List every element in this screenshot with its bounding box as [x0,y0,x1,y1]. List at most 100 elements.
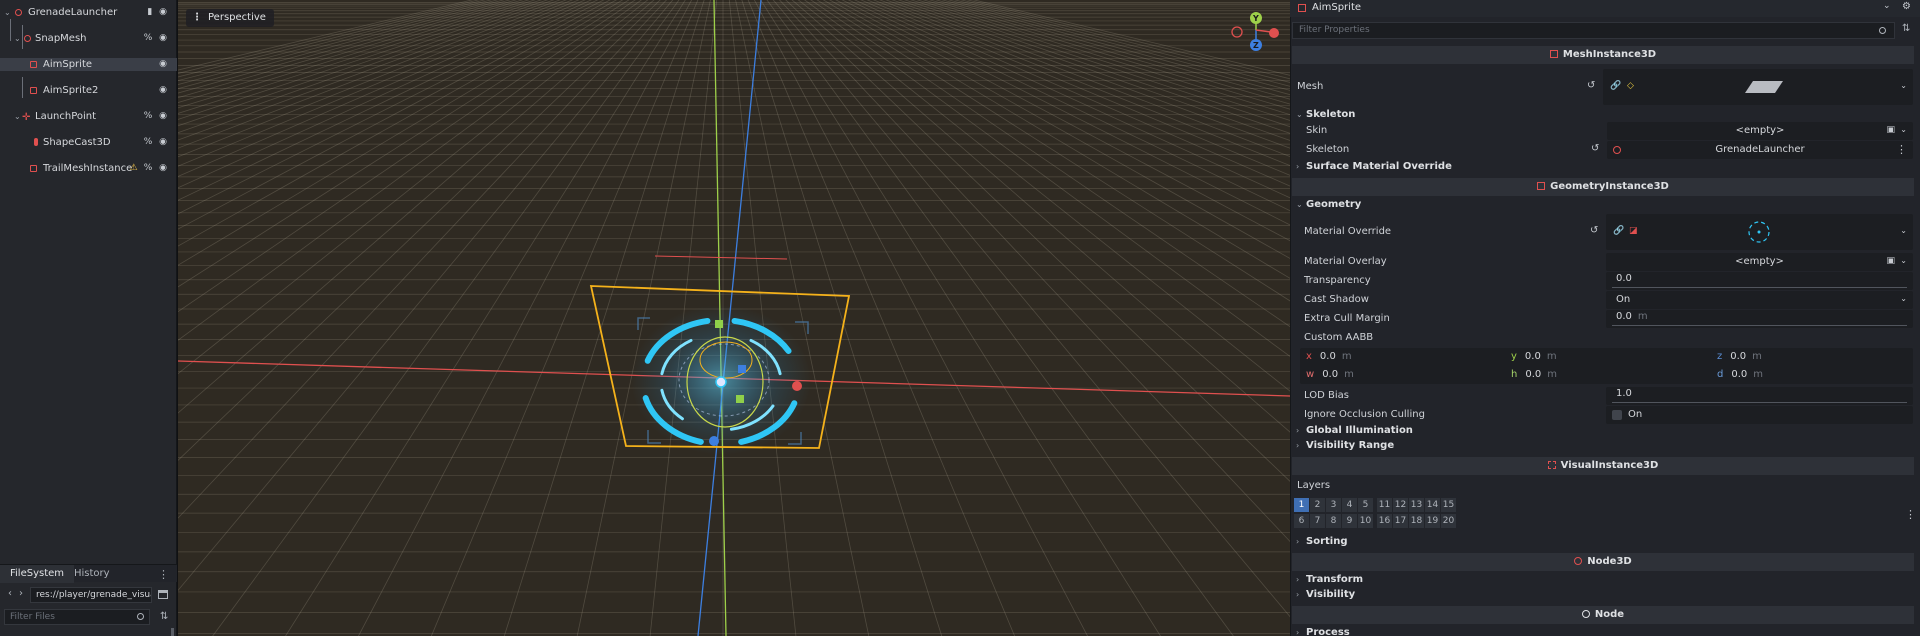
filter-properties-field[interactable]: Filter Properties [1292,22,1895,39]
layer-toggle-11[interactable]: 11 [1377,498,1392,512]
orientation-gizmo-neg-x[interactable] [1231,26,1243,38]
tree-item-status-icons[interactable]: ⚠% ◉ [130,162,169,175]
gizmo-handle-x[interactable] [792,381,802,391]
filesystem-scrollbar[interactable] [171,628,174,636]
perspective-menu-button[interactable]: ⋮ Perspective [186,9,274,27]
chevron-down-icon[interactable]: ⌄ [1900,256,1907,265]
back-arrow-icon[interactable]: ‹ [8,588,12,599]
tree-item-snapmesh[interactable]: ⌄ SnapMesh % ◉ [0,32,177,45]
tree-item-aimsprite2[interactable]: AimSprite2 ◉ [0,84,177,97]
tab-history[interactable]: History [64,565,120,583]
chevron-down-icon: ⌄ [1900,294,1907,303]
material-overlay-picker[interactable]: <empty> ▣ ⌄ [1606,253,1913,271]
3d-viewport[interactable]: YZ ⋮ Perspective [177,0,1290,636]
layer-toggle-14[interactable]: 14 [1425,498,1440,512]
layer-toggle-4[interactable]: 4 [1342,498,1357,512]
extra-cull-margin-slider[interactable]: 0.0 m [1606,310,1913,328]
material-override-picker[interactable]: 🔗 ◪ ⌄ [1606,214,1913,250]
layer-toggle-6[interactable]: 6 [1294,514,1309,528]
kebab-menu-icon[interactable]: ⋮ [1896,143,1907,156]
gizmo-handle-y[interactable] [715,320,723,328]
tree-item-aimsprite[interactable]: AimSprite ◉ [0,58,177,71]
layer-toggle-8[interactable]: 8 [1326,514,1341,528]
revert-icon[interactable]: ↺ [1591,143,1599,154]
grid-line [847,0,1290,212]
layer-toggle-17[interactable]: 17 [1393,514,1408,528]
tree-item-status-icons[interactable]: % ◉ [144,110,169,123]
layer-toggle-13[interactable]: 13 [1409,498,1424,512]
layer-toggle-10[interactable]: 10 [1358,514,1373,528]
forward-arrow-icon[interactable]: › [19,588,23,599]
layer-toggle-5[interactable]: 5 [1358,498,1373,512]
tree-item-grenadelauncher[interactable]: ⌄ GrenadeLauncher ▮ ◉ [0,6,177,19]
property-options-icon[interactable]: ⇅ [1902,23,1910,34]
orientation-gizmo-x[interactable] [1269,28,1279,38]
visibility-eye-icon[interactable]: ◉ [159,84,169,97]
checkbox-box[interactable] [1612,410,1622,420]
tree-item-status-icons[interactable]: % ◉ [144,32,169,45]
collapse-arrow-icon[interactable]: ⌄ [14,110,22,123]
aabb-h-field[interactable]: h 0.0 m [1511,366,1557,384]
collapse-arrow-icon[interactable]: ⌄ [14,32,22,45]
viewport-scene[interactable]: YZ [178,0,1290,636]
transparency-slider[interactable]: 0.0 [1606,272,1913,290]
layer-toggle-15[interactable]: 15 [1441,498,1456,512]
link-icon[interactable]: 🔗 [1613,226,1624,236]
collapse-arrow-icon[interactable]: ⌄ [4,6,12,19]
grid-line [922,0,1290,110]
tab-filesystem[interactable]: FileSystem [0,565,75,583]
tree-item-status-icons[interactable]: ▮ ◉ [147,6,169,19]
mesh-resource-picker[interactable]: 🔗 ◇ ⌄ [1603,69,1913,105]
ignore-occlusion-checkbox[interactable]: On [1606,406,1913,424]
gizmo-handle-z[interactable] [738,365,746,373]
layer-toggle-1[interactable]: 1 [1294,498,1309,512]
tree-item-trailmeshinstance[interactable]: TrailMeshInstance ⚠% ◉ [0,162,177,175]
cast-shadow-dropdown[interactable]: On ⌄ [1606,291,1913,309]
grid-line [872,0,1290,166]
revert-icon[interactable]: ↺ [1590,225,1598,236]
split-layout-icon[interactable] [158,590,168,599]
layer-toggle-2[interactable]: 2 [1310,498,1325,512]
tree-item-shapecast3d[interactable]: ShapeCast3D % ◉ [0,136,177,149]
aabb-x-field[interactable]: x 0.0 m [1306,348,1352,366]
layer-toggle-7[interactable]: 7 [1310,514,1325,528]
gizmo-handle-z-end[interactable] [709,436,719,446]
link-icon[interactable]: 🔗 [1610,81,1621,91]
load-resource-icon[interactable]: ▣ [1886,256,1895,266]
skin-resource-picker[interactable]: <empty> ▣ ⌄ [1607,122,1913,140]
chevron-down-icon[interactable]: ⌄ [1883,1,1891,11]
load-resource-icon[interactable]: ▣ [1886,125,1895,135]
aabb-w-field[interactable]: w 0.0 m [1306,366,1354,384]
gizmo-center[interactable] [715,376,727,388]
aabb-d-field[interactable]: d 0.0 m [1717,366,1763,384]
aabb-z-field[interactable]: z 0.0 m [1717,348,1762,366]
layer-toggle-16[interactable]: 16 [1377,514,1392,528]
layer-toggle-18[interactable]: 18 [1409,514,1424,528]
revert-icon[interactable]: ↺ [1587,80,1595,91]
layer-toggle-9[interactable]: 9 [1342,514,1357,528]
layer-toggle-19[interactable]: 19 [1425,514,1440,528]
object-selector[interactable]: AimSprite ⌄ ⚙ [1290,0,1920,17]
kebab-menu-icon[interactable]: ⋮ [158,568,169,581]
chevron-down-icon[interactable]: ⌄ [1900,226,1907,235]
skeleton-path-field[interactable]: GrenadeLauncher ⋮ [1607,141,1913,159]
kebab-menu-icon[interactable]: ⋮ [1905,508,1916,521]
chevron-down-icon[interactable]: ⌄ [1900,81,1907,90]
layer-toggle-12[interactable]: 12 [1393,498,1408,512]
filesystem-path-field[interactable]: res://player/grenade_visual [30,587,152,603]
tree-item-launchpoint[interactable]: ⌄ ✛ LaunchPoint % ◉ [0,110,177,123]
visibility-eye-icon[interactable]: ◉ [159,58,169,71]
warning-icon[interactable]: ⚠ [130,163,140,173]
gizmo-handle-plane[interactable] [736,395,744,403]
tree-item-status-icons[interactable]: % ◉ [144,136,169,149]
mesh-instance-icon [30,165,37,172]
aabb-y-field[interactable]: y 0.0 m [1511,348,1557,366]
object-settings-icon[interactable]: ⚙ [1902,1,1911,12]
layer-toggle-3[interactable]: 3 [1326,498,1341,512]
custom-aabb-editor[interactable]: x 0.0 m y 0.0 m z 0.0 m w 0.0 m h 0.0 m d 0.0 m [1300,348,1913,384]
chevron-down-icon[interactable]: ⌄ [1900,125,1907,134]
sort-icon[interactable]: ⇅ [160,611,168,622]
filter-files-input[interactable] [4,609,150,625]
layer-toggle-20[interactable]: 20 [1441,514,1456,528]
lod-bias-slider[interactable]: 1.0 [1606,387,1913,405]
